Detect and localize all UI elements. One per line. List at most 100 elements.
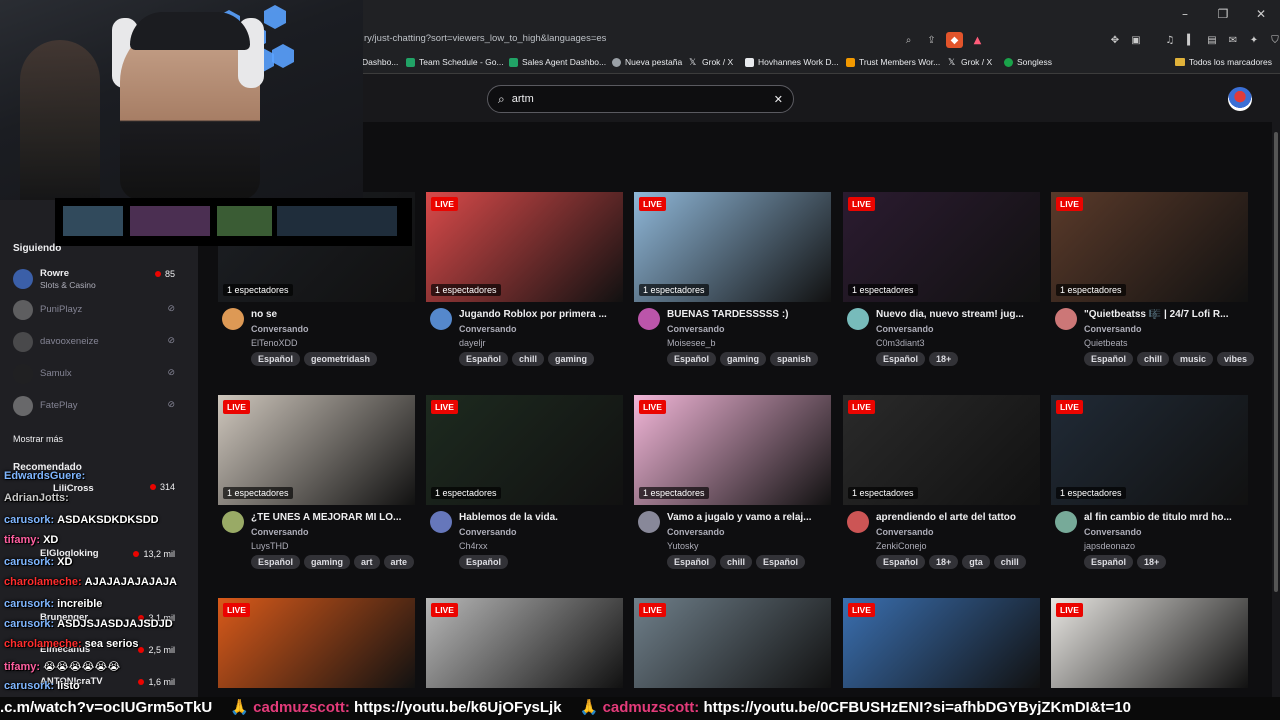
stream-category[interactable]: Conversando	[251, 527, 309, 537]
tag[interactable]: chill	[993, 555, 1026, 569]
channel-avatar[interactable]	[847, 511, 869, 533]
tag[interactable]: gaming	[548, 352, 595, 366]
stream-thumbnail[interactable]: LIVE	[218, 598, 415, 688]
stream-category[interactable]: Conversando	[667, 527, 725, 537]
channel-avatar[interactable]	[1055, 308, 1077, 330]
stream-thumbnail[interactable]: LIVE 1 espectadores	[634, 395, 831, 505]
tag[interactable]: Español	[1084, 555, 1134, 569]
tag[interactable]: Español	[667, 352, 717, 366]
scrollbar-thumb[interactable]	[1274, 132, 1278, 592]
channel-avatar[interactable]	[222, 511, 244, 533]
stream-title[interactable]: al fin cambio de titulo mrd ho...	[1084, 512, 1244, 523]
tag[interactable]: Español	[667, 555, 717, 569]
minimize-icon[interactable]: –	[1166, 0, 1204, 28]
tag[interactable]: vibes	[1217, 352, 1255, 366]
stream-title[interactable]: Vamo a jugalo y vamo a relaj...	[667, 512, 827, 523]
bookmark-item[interactable]: 𝕏 Grok / X	[689, 57, 733, 67]
tag[interactable]: art	[354, 555, 380, 569]
tag[interactable]: geometridash	[304, 352, 378, 366]
bookmark-item[interactable]: 𝕏 Grok / X	[948, 57, 992, 67]
sidebar-channel[interactable]: Elmecanus 2,5 mil	[13, 641, 188, 671]
channel-avatar[interactable]	[847, 308, 869, 330]
vpn-icon[interactable]: ⛉	[1266, 32, 1280, 48]
sidebar-channel[interactable]: Rowre Slots & Casino 85	[13, 265, 188, 295]
channel-name[interactable]: dayeljr	[459, 338, 486, 348]
tag[interactable]: chill	[1137, 352, 1170, 366]
ai-icon[interactable]: ✦	[1245, 32, 1263, 48]
tag[interactable]: Español	[876, 555, 926, 569]
tag[interactable]: spanish	[770, 352, 819, 366]
stream-thumbnail[interactable]: LIVE 1 espectadores	[218, 395, 415, 505]
tag[interactable]: 18+	[929, 555, 959, 569]
sidebar-channel[interactable]: davooxeneize ⊘	[13, 328, 188, 358]
stream-thumbnail[interactable]: LIVE 1 espectadores	[1051, 395, 1248, 505]
stream-category[interactable]: Conversando	[876, 324, 934, 334]
clear-search-icon[interactable]: ✕	[774, 93, 783, 106]
tag[interactable]: Español	[876, 352, 926, 366]
tag[interactable]: Español	[459, 555, 509, 569]
tag[interactable]: Español	[251, 352, 301, 366]
channel-avatar[interactable]	[430, 308, 452, 330]
stream-thumbnail[interactable]: LIVE 1 espectadores	[843, 395, 1040, 505]
mail-icon[interactable]: ✉	[1224, 32, 1242, 48]
stream-title[interactable]: no se	[251, 309, 411, 320]
screenshot-icon[interactable]: ▣	[1127, 32, 1145, 48]
stream-title[interactable]: ¿TE UNES A MEJORAR MI LO...	[251, 512, 411, 523]
extensions-icon[interactable]: ✥	[1106, 32, 1124, 48]
tag[interactable]: arte	[383, 555, 415, 569]
channel-avatar[interactable]	[638, 308, 660, 330]
stream-thumbnail[interactable]: LIVE 1 espectadores	[843, 192, 1040, 302]
stream-category[interactable]: Conversando	[1084, 527, 1142, 537]
stream-thumbnail[interactable]: LIVE	[843, 598, 1040, 688]
stream-category[interactable]: Conversando	[876, 527, 934, 537]
url-field[interactable]: ry/just-chatting?sort=viewers_low_to_hig…	[364, 33, 606, 44]
media-icon[interactable]: ♫	[1161, 32, 1179, 48]
channel-avatar[interactable]	[222, 308, 244, 330]
stream-thumbnail[interactable]: LIVE 1 espectadores	[1051, 192, 1248, 302]
channel-name[interactable]: ElTenoXDD	[251, 338, 298, 348]
tag[interactable]: Español	[251, 555, 301, 569]
channel-name[interactable]: ZenkiConejo	[876, 541, 927, 551]
tag[interactable]: gta	[962, 555, 990, 569]
page-scrollbar[interactable]	[1272, 122, 1280, 697]
show-more-link[interactable]: Mostrar más	[13, 434, 63, 444]
sidebar-channel[interactable]: Brunenger 3,1 mil	[13, 609, 188, 639]
bookmark-item[interactable]: Dashbo...	[362, 57, 398, 67]
tag[interactable]: chill	[720, 555, 753, 569]
channel-name[interactable]: japsdeonazo	[1084, 541, 1135, 551]
wallet-icon[interactable]: ▤	[1203, 32, 1221, 48]
tag[interactable]: Español	[756, 555, 806, 569]
brave-shield-icon[interactable]: ◆	[946, 32, 963, 48]
sidebar-channel[interactable]: Samulx ⊘	[13, 360, 188, 390]
channel-avatar[interactable]	[1055, 511, 1077, 533]
stream-category[interactable]: Conversando	[251, 324, 309, 334]
bookmark-item[interactable]: Nueva pestaña	[612, 57, 682, 67]
stream-thumbnail[interactable]: LIVE	[426, 598, 623, 688]
tag[interactable]: 18+	[1137, 555, 1167, 569]
stream-thumbnail[interactable]: LIVE 1 espectadores	[634, 192, 831, 302]
stream-category[interactable]: Conversando	[1084, 324, 1142, 334]
sidebar-channel[interactable]: PuniPlayz ⊘	[13, 296, 188, 326]
search-input[interactable]	[511, 93, 767, 105]
sidebar-channel[interactable]: ElGlogloking 13,2 mil	[13, 545, 188, 575]
tag[interactable]: gaming	[720, 352, 767, 366]
zoom-icon[interactable]: ⌕	[900, 32, 917, 48]
stream-category[interactable]: Conversando	[459, 527, 517, 537]
channel-avatar[interactable]	[638, 511, 660, 533]
tag[interactable]: chill	[512, 352, 545, 366]
stream-category[interactable]: Conversando	[667, 324, 725, 334]
channel-name[interactable]: Ch4rxx	[459, 541, 488, 551]
sidebar-channel[interactable]: FatePlay ⊘	[13, 392, 188, 422]
brave-rewards-icon[interactable]: ▲	[969, 32, 986, 48]
sidebar-toggle-icon[interactable]: ▍	[1182, 32, 1200, 48]
channel-name[interactable]: Moisesee_b	[667, 338, 716, 348]
channel-name[interactable]: C0m3diant3	[876, 338, 925, 348]
stream-title[interactable]: Jugando Roblox por primera ...	[459, 309, 619, 320]
share-icon[interactable]: ⇪	[923, 32, 940, 48]
stream-category[interactable]: Conversando	[459, 324, 517, 334]
bookmark-item[interactable]: Sales Agent Dashbo...	[509, 57, 606, 67]
maximize-icon[interactable]: ❐	[1204, 0, 1242, 28]
channel-avatar[interactable]	[430, 511, 452, 533]
channel-name[interactable]: Quietbeats	[1084, 338, 1128, 348]
all-bookmarks[interactable]: Todos los marcadores	[1174, 57, 1272, 67]
